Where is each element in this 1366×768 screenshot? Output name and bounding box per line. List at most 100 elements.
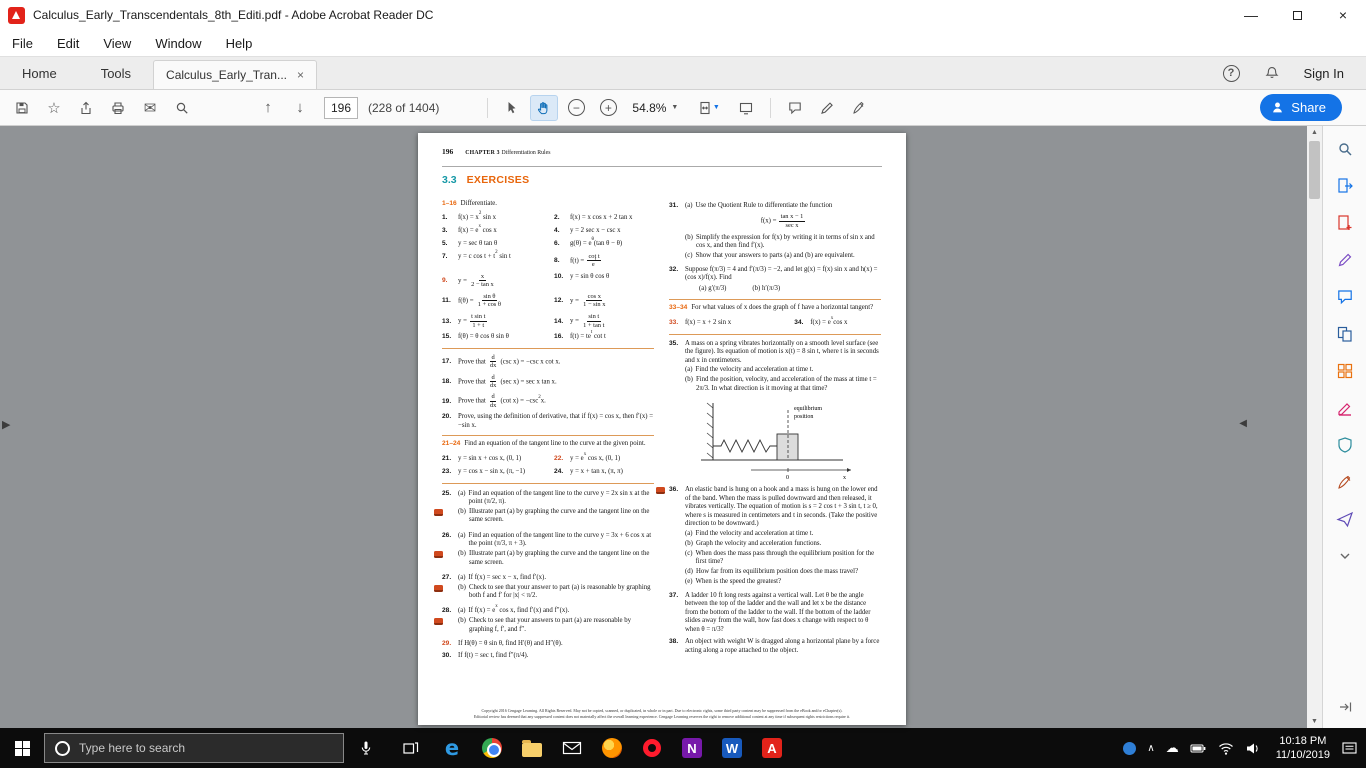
onedrive-cloud-icon[interactable]: ☁ — [1166, 741, 1179, 756]
figure-origin-label: 0 — [786, 475, 789, 480]
exercise-number: 30. — [442, 652, 452, 660]
subpart: (a) g′(π/3) — [699, 285, 726, 293]
print-icon[interactable] — [104, 95, 132, 121]
exercise-number: 13. — [442, 317, 452, 325]
menu-bar: File Edit View Window Help — [0, 30, 1366, 56]
create-pdf-icon[interactable] — [1334, 212, 1356, 234]
fit-width-icon[interactable]: ▼ — [688, 95, 728, 121]
zoom-in-icon[interactable]: + — [594, 95, 622, 121]
task-view-icon[interactable] — [388, 728, 432, 768]
menu-item[interactable]: Edit — [57, 36, 79, 51]
comment-icon[interactable] — [1334, 286, 1356, 308]
find-zoom-icon[interactable] — [168, 95, 196, 121]
save-icon[interactable] — [8, 95, 36, 121]
highlight-pencil-icon[interactable] — [813, 95, 841, 121]
notifications-bell-icon[interactable] — [1258, 60, 1286, 86]
tab-tools[interactable]: Tools — [79, 57, 153, 89]
microphone-icon[interactable] — [344, 728, 388, 768]
graphing-calculator-icon — [434, 618, 443, 626]
exercise-37: 37. A ladder 10 ft long rests against a … — [669, 592, 881, 634]
collapse-panel-icon[interactable] — [1334, 696, 1356, 718]
protect-icon[interactable] — [1334, 434, 1356, 456]
share-button[interactable]: Share — [1260, 94, 1342, 121]
help-icon[interactable]: ? — [1222, 64, 1240, 82]
start-button[interactable] — [0, 728, 44, 768]
exercise-formula: y = x + tan x, (π, π) — [570, 467, 623, 475]
page-number-input[interactable]: 196 — [324, 96, 358, 119]
tab-home[interactable]: Home — [0, 57, 79, 89]
tab-document[interactable]: Calculus_Early_Tran... × — [153, 60, 317, 89]
part-text: If f(x) = sec x − x, find f′(x). — [468, 573, 547, 581]
redact-icon[interactable] — [1334, 397, 1356, 419]
edge-icon[interactable]: e — [432, 728, 472, 768]
exercise-number: 17. — [442, 358, 452, 366]
edit-pdf-icon[interactable] — [1334, 249, 1356, 271]
battery-icon[interactable] — [1190, 741, 1207, 756]
wifi-icon[interactable] — [1218, 741, 1234, 756]
menu-item[interactable]: File — [12, 36, 33, 51]
file-explorer-icon[interactable] — [512, 728, 552, 768]
comment-tool-icon[interactable] — [781, 95, 809, 121]
organize-pages-icon[interactable] — [1334, 360, 1356, 382]
fill-sign-icon[interactable] — [1334, 471, 1356, 493]
menu-item[interactable]: Window — [155, 36, 201, 51]
tab-close-icon[interactable]: × — [297, 68, 304, 82]
email-icon[interactable]: ✉ — [136, 95, 164, 121]
mail-icon[interactable] — [552, 728, 592, 768]
taskbar-search-input[interactable]: Type here to search — [44, 733, 344, 763]
reading-mode-icon[interactable] — [732, 95, 760, 121]
chrome-icon[interactable] — [472, 728, 512, 768]
part-label: (b) — [458, 583, 466, 591]
search-tools-icon[interactable] — [1334, 138, 1356, 160]
exercise-number: 3. — [442, 227, 448, 235]
zoom-out-icon[interactable]: − — [562, 95, 590, 121]
scroll-down-icon[interactable]: ▼ — [1311, 718, 1318, 725]
hand-tool-icon[interactable] — [530, 94, 559, 121]
next-page-icon[interactable]: ↓ — [286, 95, 314, 121]
menu-item[interactable]: View — [103, 36, 131, 51]
tabbar-right: ? Sign In — [1222, 57, 1366, 89]
acrobat-taskbar-icon[interactable]: A — [752, 728, 792, 768]
caret-down-icon: ▼ — [671, 104, 679, 111]
firefox-icon[interactable] — [592, 728, 632, 768]
left-pane-toggle-icon[interactable]: ▶ — [2, 418, 10, 431]
star-favorite-icon[interactable]: ☆ — [40, 95, 68, 121]
section-heading: 3.3 EXERCISES — [442, 174, 882, 187]
action-center-icon[interactable] — [1341, 740, 1358, 756]
scrollbar-thumb[interactable] — [1309, 141, 1320, 199]
share-export-icon[interactable] — [72, 95, 100, 121]
part-label: (b) — [458, 507, 466, 515]
select-tool-icon[interactable] — [498, 95, 526, 121]
export-pdf-icon[interactable] — [1334, 175, 1356, 197]
close-button[interactable]: × — [1320, 0, 1366, 30]
exercise: 10. y = sin θ cos θ — [554, 273, 654, 289]
hidden-icons-chevron[interactable]: ∧ — [1147, 743, 1154, 754]
menu-item[interactable]: Help — [226, 36, 253, 51]
combine-files-icon[interactable] — [1334, 323, 1356, 345]
vertical-scrollbar[interactable]: ▲ ▼ — [1307, 126, 1322, 728]
word-icon[interactable]: W — [712, 728, 752, 768]
exercise-text: Prove that d dx (sec x) = sec x tan x. — [458, 373, 557, 389]
previous-page-icon[interactable]: ↑ — [254, 95, 282, 121]
onenote-icon[interactable]: N — [672, 728, 712, 768]
tray-app-icon[interactable] — [1123, 741, 1137, 755]
scroll-up-icon[interactable]: ▲ — [1311, 129, 1318, 136]
sign-in-button[interactable]: Sign In — [1304, 66, 1344, 81]
document-canvas[interactable]: ▶ 196 CHAPTER 3 Differentiation Rules 3.… — [0, 126, 1307, 728]
exercise-number: 14. — [554, 317, 564, 325]
right-panel-expand-icon[interactable]: ◀ — [1239, 418, 1247, 429]
more-tools-chevron-icon[interactable] — [1334, 545, 1356, 567]
sign-tool-icon[interactable] — [845, 95, 873, 121]
group-text: Differentiate. — [460, 199, 497, 207]
send-for-signature-icon[interactable] — [1334, 508, 1356, 530]
taskbar-clock[interactable]: 10:18 PM 11/10/2019 — [1276, 734, 1330, 763]
exercise-number: 26. — [442, 531, 452, 539]
maximize-button[interactable] — [1274, 0, 1320, 30]
minimize-button[interactable]: — — [1228, 0, 1274, 30]
volume-icon[interactable] — [1245, 741, 1261, 756]
opera-icon[interactable] — [632, 728, 672, 768]
exercise: 24. y = x + tan x, (π, π) — [554, 468, 654, 476]
exercise-number: 23. — [442, 467, 452, 475]
exercise-formula: y = x2 − tan x — [458, 272, 494, 289]
zoom-level-dropdown[interactable]: 54.8% ▼ — [626, 96, 684, 120]
